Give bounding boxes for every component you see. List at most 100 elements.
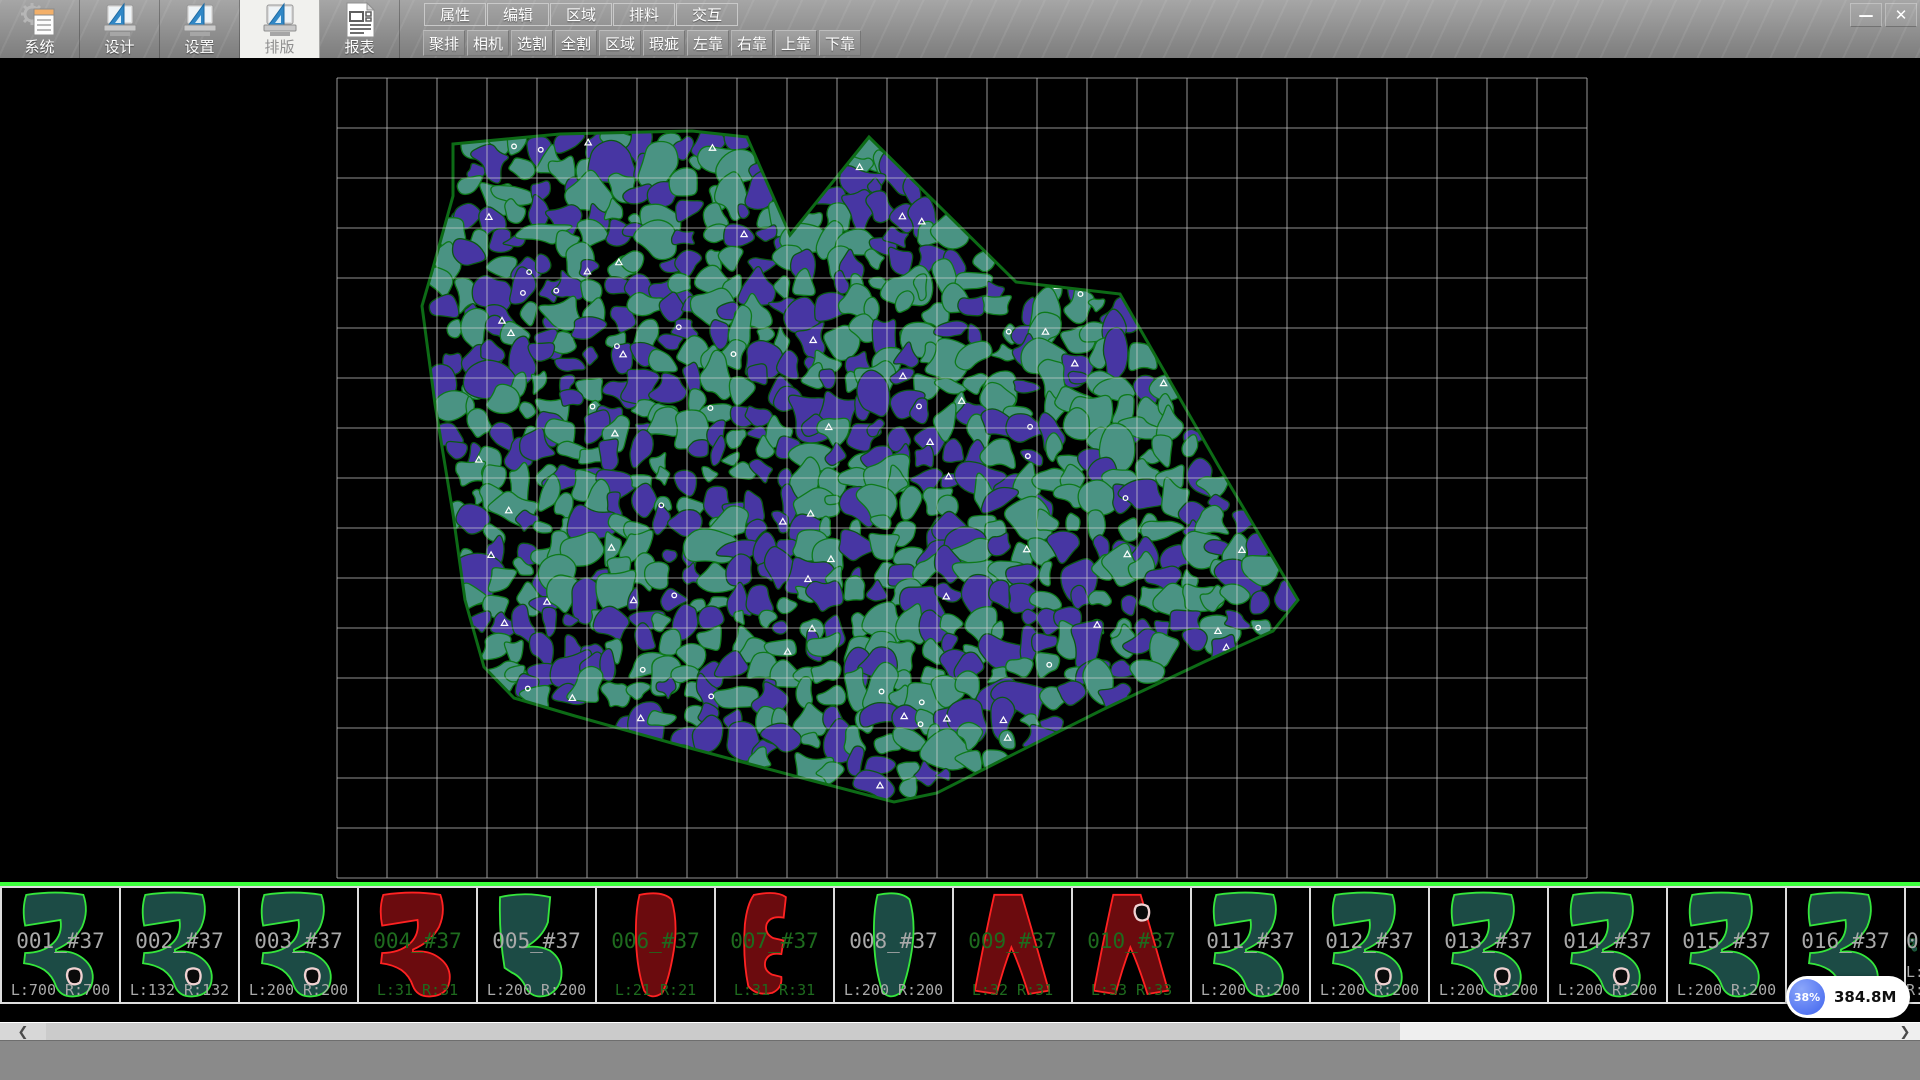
part-id-label: 008_#37 xyxy=(835,929,952,953)
part-lr-count-label: L:31 R:31 xyxy=(359,981,476,999)
nav-button-report[interactable]: 报表 xyxy=(320,0,400,58)
menu-tab-2[interactable]: 编辑 xyxy=(487,3,549,26)
system-icon xyxy=(19,1,61,39)
tool-button-1[interactable]: 聚排 xyxy=(423,30,465,56)
part-lr-count-label: L:32 R:31 xyxy=(954,981,1071,999)
part-id-label: 017_#37 xyxy=(1906,929,1920,953)
part-thumbnail-017_#37[interactable]: 017_#37 L:200 R:200 xyxy=(1906,888,1920,1002)
nav-button-label: 系统 xyxy=(24,39,54,56)
hide-nesting-view xyxy=(0,58,1920,882)
tool-button-7[interactable]: 左靠 xyxy=(687,30,729,56)
part-thumbnail-014_#37[interactable]: 014_#37 L:200 R:200 xyxy=(1549,888,1668,1002)
part-id-label: 005_#37 xyxy=(478,929,595,953)
layout-icon xyxy=(259,1,301,39)
part-lr-count-label: L:200 R:200 xyxy=(835,981,952,999)
part-lr-count-label: L:31 R:31 xyxy=(716,981,833,999)
nav-button-design[interactable]: 设计 xyxy=(80,0,160,58)
part-thumbnail-012_#37[interactable]: 012_#37 L:200 R:200 xyxy=(1311,888,1430,1002)
part-lr-count-label: L:132 R:132 xyxy=(121,981,238,999)
part-lr-count-label: L:200 R:200 xyxy=(1311,981,1428,999)
design-icon xyxy=(99,1,141,39)
tool-button-4[interactable]: 全割 xyxy=(555,30,597,56)
menu-tab-row: 属性编辑区域排料交互 xyxy=(424,3,738,26)
tool-button-3[interactable]: 选割 xyxy=(511,30,553,56)
window-controls: — ✕ xyxy=(1850,3,1917,27)
part-id-label: 001_#37 xyxy=(2,929,119,953)
part-lr-count-label: L:200 R:200 xyxy=(478,981,595,999)
status-bar xyxy=(0,1040,1920,1080)
tool-button-9[interactable]: 上靠 xyxy=(775,30,817,56)
close-button[interactable]: ✕ xyxy=(1885,3,1917,27)
part-thumbnail-011_#37[interactable]: 011_#37 L:200 R:200 xyxy=(1192,888,1311,1002)
memory-usage-label: 384.8M xyxy=(1825,988,1910,1006)
part-id-label: 012_#37 xyxy=(1311,929,1428,953)
menu-tab-1[interactable]: 属性 xyxy=(424,3,486,26)
progress-percent-badge: 38% xyxy=(1789,979,1825,1015)
part-id-label: 011_#37 xyxy=(1192,929,1309,953)
part-thumbnail-005_#37[interactable]: 005_#37 L:200 R:200 xyxy=(478,888,597,1002)
menu-tab-4[interactable]: 排料 xyxy=(613,3,675,26)
part-id-label: 006_#37 xyxy=(597,929,714,953)
part-thumbnail-015_#37[interactable]: 015_#37 L:200 R:200 xyxy=(1668,888,1787,1002)
part-id-label: 009_#37 xyxy=(954,929,1071,953)
part-thumbnail-009_#37[interactable]: 009_#37 L:32 R:31 xyxy=(954,888,1073,1002)
parts-strip-cells: 001_#37 L:700 R:700 002_#37 L:132 R:132 … xyxy=(0,886,1920,1004)
nesting-app-window: 系统 设计 设置 排版 xyxy=(0,0,1920,1080)
nav-button-label: 设置 xyxy=(184,39,214,56)
menu-tab-3[interactable]: 区域 xyxy=(550,3,612,26)
part-thumbnail-003_#37[interactable]: 003_#37 L:200 R:200 xyxy=(240,888,359,1002)
minimize-button[interactable]: — xyxy=(1850,3,1882,27)
part-lr-count-label: L:200 R:200 xyxy=(1430,981,1547,999)
part-thumbnail-002_#37[interactable]: 002_#37 L:132 R:132 xyxy=(121,888,240,1002)
nesting-canvas[interactable] xyxy=(0,58,1920,882)
part-id-label: 002_#37 xyxy=(121,929,238,953)
part-thumbnail-007_#37[interactable]: 007_#37 L:31 R:31 xyxy=(716,888,835,1002)
part-id-label: 014_#37 xyxy=(1549,929,1666,953)
parts-strip: 001_#37 L:700 R:700 002_#37 L:132 R:132 … xyxy=(0,882,1920,1022)
part-thumbnail-006_#37[interactable]: 006_#37 L:21 R:21 xyxy=(597,888,716,1002)
horizontal-scrollbar[interactable]: ❮ ❯ xyxy=(0,1022,1920,1040)
part-lr-count-label: L:33 R:33 xyxy=(1073,981,1190,999)
part-lr-count-label: L:200 R:200 xyxy=(1192,981,1309,999)
part-lr-count-label: L:200 R:200 xyxy=(1668,981,1785,999)
nested-pieces-layer xyxy=(400,118,1320,818)
part-thumbnail-004_#37[interactable]: 004_#37 L:31 R:31 xyxy=(359,888,478,1002)
report-icon xyxy=(339,1,381,39)
status-badge: 38% 384.8M xyxy=(1786,976,1910,1018)
tool-button-row: 聚排相机选割全割区域瑕疵左靠右靠上靠下靠 xyxy=(423,30,861,56)
part-thumbnail-001_#37[interactable]: 001_#37 L:700 R:700 xyxy=(0,888,121,1002)
tool-button-6[interactable]: 瑕疵 xyxy=(643,30,685,56)
tool-button-2[interactable]: 相机 xyxy=(467,30,509,56)
tool-button-5[interactable]: 区域 xyxy=(599,30,641,56)
part-id-label: 016_#37 xyxy=(1787,929,1904,953)
part-id-label: 015_#37 xyxy=(1668,929,1785,953)
nav-button-label: 设计 xyxy=(104,39,134,56)
nav-button-label: 排版 xyxy=(264,39,294,56)
scroll-right-button[interactable]: ❯ xyxy=(1890,1023,1920,1041)
part-lr-count-label: L:21 R:21 xyxy=(597,981,714,999)
settings-icon xyxy=(179,1,221,39)
part-lr-count-label: L:700 R:700 xyxy=(2,981,119,999)
tool-button-10[interactable]: 下靠 xyxy=(819,30,861,56)
scrollbar-thumb[interactable] xyxy=(46,1023,1400,1041)
toolbar: 系统 设计 设置 排版 xyxy=(0,0,1920,58)
scroll-left-button[interactable]: ❮ xyxy=(0,1023,46,1041)
part-thumbnail-010_#37[interactable]: 010_#37 L:33 R:33 xyxy=(1073,888,1192,1002)
part-thumbnail-008_#37[interactable]: 008_#37 L:200 R:200 xyxy=(835,888,954,1002)
menu-tab-5[interactable]: 交互 xyxy=(676,3,738,26)
nav-button-layout[interactable]: 排版 xyxy=(240,0,320,58)
part-id-label: 013_#37 xyxy=(1430,929,1547,953)
nav-button-label: 报表 xyxy=(344,39,374,56)
part-thumbnail-013_#37[interactable]: 013_#37 L:200 R:200 xyxy=(1430,888,1549,1002)
main-nav: 系统 设计 设置 排版 xyxy=(0,0,400,58)
part-id-label: 003_#37 xyxy=(240,929,357,953)
nav-button-settings[interactable]: 设置 xyxy=(160,0,240,58)
part-lr-count-label: L:200 R:200 xyxy=(1549,981,1666,999)
tool-button-8[interactable]: 右靠 xyxy=(731,30,773,56)
part-id-label: 007_#37 xyxy=(716,929,833,953)
defect-hole xyxy=(1135,905,1150,921)
part-id-label: 010_#37 xyxy=(1073,929,1190,953)
part-lr-count-label: L:200 R:200 xyxy=(240,981,357,999)
part-id-label: 004_#37 xyxy=(359,929,476,953)
nav-button-system[interactable]: 系统 xyxy=(0,0,80,58)
